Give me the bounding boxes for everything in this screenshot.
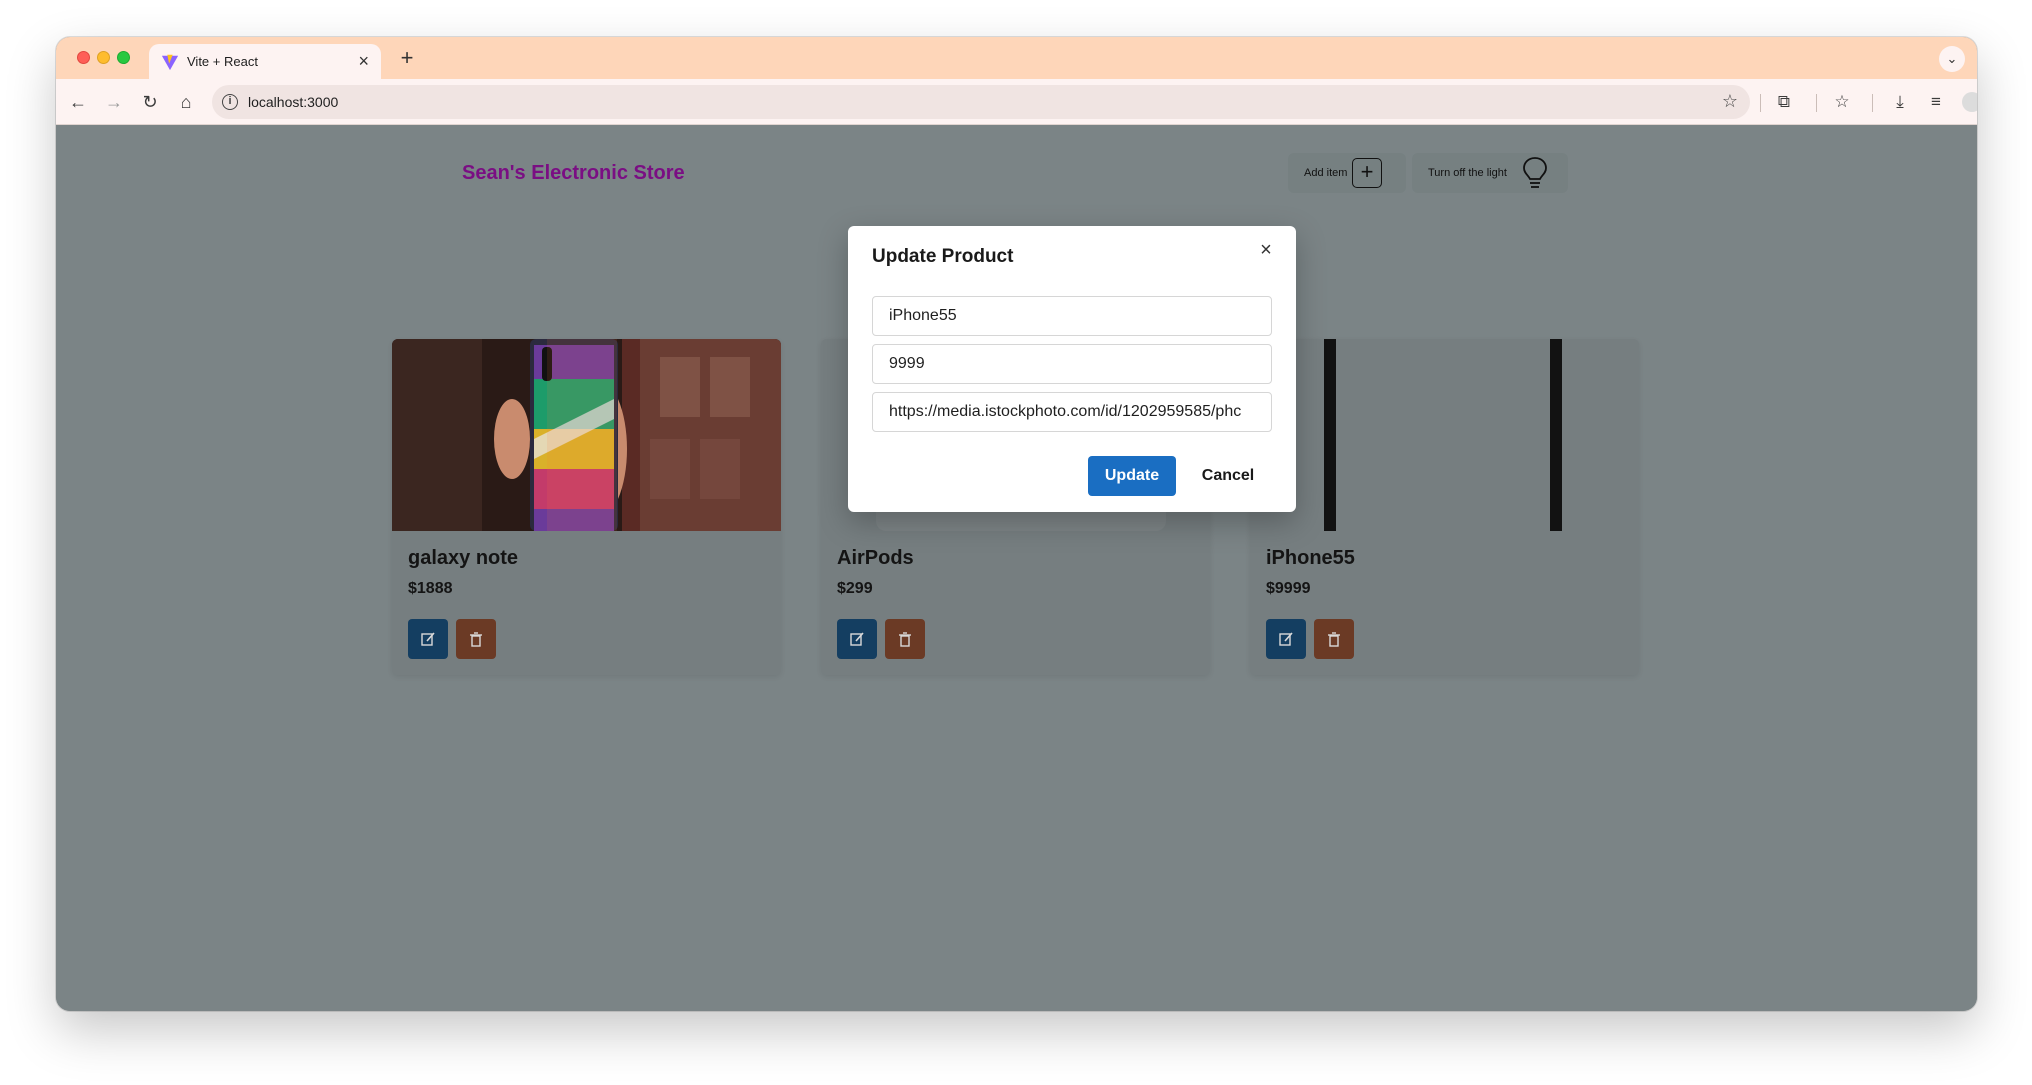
toolbar-separator <box>1760 94 1761 112</box>
url-text[interactable]: localhost:3000 <box>248 94 338 110</box>
cancel-button[interactable]: Cancel <box>1184 456 1272 496</box>
product-price: $9999 <box>1266 580 1311 597</box>
close-window-button[interactable] <box>77 51 90 64</box>
tab-bar: Vite + React × + ⌄ <box>56 37 1977 79</box>
trash-icon <box>470 632 482 647</box>
bookmarks-icon[interactable]: ☆ <box>1828 88 1856 116</box>
media-control-icon[interactable]: ≡ <box>1922 88 1950 116</box>
add-item-label: Add item <box>1304 167 1348 179</box>
lightbulb-icon <box>1523 157 1547 188</box>
product-name: galaxy note <box>408 547 519 569</box>
download-icon[interactable]: ⤓ <box>1886 88 1914 116</box>
tab-search-icon[interactable]: ⌄ <box>1939 46 1965 72</box>
product-name: AirPods <box>837 547 914 569</box>
edit-button[interactable] <box>837 619 877 659</box>
close-icon[interactable]: × <box>1254 238 1278 262</box>
edit-icon <box>1279 632 1293 646</box>
product-price: $299 <box>837 580 873 597</box>
reload-icon[interactable]: ↻ <box>136 88 164 116</box>
modal-title: Update Product <box>872 246 1014 267</box>
minimize-window-button[interactable] <box>97 51 110 64</box>
update-button[interactable]: Update <box>1088 456 1176 496</box>
delete-button[interactable] <box>1314 619 1354 659</box>
delete-button[interactable] <box>456 619 496 659</box>
product-price-input[interactable] <box>872 344 1272 384</box>
product-image <box>1250 339 1639 531</box>
extensions-icon[interactable]: ⧉ <box>1770 88 1798 116</box>
product-card: iPhone55 $9999 <box>1250 339 1639 675</box>
plus-icon: + <box>1352 158 1382 188</box>
address-bar[interactable]: i localhost:3000 ☆ <box>212 85 1750 119</box>
browser-toolbar: ← → ↻ ⌂ i localhost:3000 ☆ ⧉ ☆ ⤓ ≡ ⋮ <box>56 79 1977 125</box>
profile-avatar[interactable] <box>1962 92 1977 112</box>
bookmark-star-icon[interactable]: ☆ <box>1722 91 1738 112</box>
toolbar-separator <box>1816 94 1817 112</box>
edit-button[interactable] <box>1266 619 1306 659</box>
edit-icon <box>850 632 864 646</box>
toolbar-separator <box>1872 94 1873 112</box>
add-item-button[interactable]: Add item + <box>1288 153 1406 193</box>
product-name-input[interactable] <box>872 296 1272 336</box>
update-product-modal: Update Product × Update Cancel <box>848 226 1296 512</box>
store-title: Sean's Electronic Store <box>462 162 685 184</box>
product-name: iPhone55 <box>1266 547 1355 569</box>
edit-icon <box>421 632 435 646</box>
tab-title: Vite + React <box>187 54 258 69</box>
trash-icon <box>1328 632 1340 647</box>
browser-window: Vite + React × + ⌄ ← → ↻ ⌂ i localhost:3… <box>56 37 1977 1011</box>
forward-icon[interactable]: → <box>100 88 128 116</box>
browser-tab[interactable]: Vite + React × <box>149 44 381 79</box>
tab-close-icon[interactable]: × <box>358 51 369 71</box>
home-icon[interactable]: ⌂ <box>172 88 200 116</box>
maximize-window-button[interactable] <box>117 51 130 64</box>
toggle-light-button[interactable]: Turn off the light <box>1412 153 1568 193</box>
trash-icon <box>899 632 911 647</box>
vite-logo-icon <box>161 54 179 71</box>
product-card: galaxy note $1888 <box>392 339 781 675</box>
delete-button[interactable] <box>885 619 925 659</box>
product-image-url-input[interactable] <box>872 392 1272 432</box>
product-price: $1888 <box>408 580 453 597</box>
edit-button[interactable] <box>408 619 448 659</box>
new-tab-button[interactable]: + <box>394 45 420 71</box>
product-image <box>392 339 781 531</box>
back-icon[interactable]: ← <box>64 88 92 116</box>
toggle-light-label: Turn off the light <box>1428 167 1507 179</box>
site-info-icon[interactable]: i <box>222 94 238 110</box>
